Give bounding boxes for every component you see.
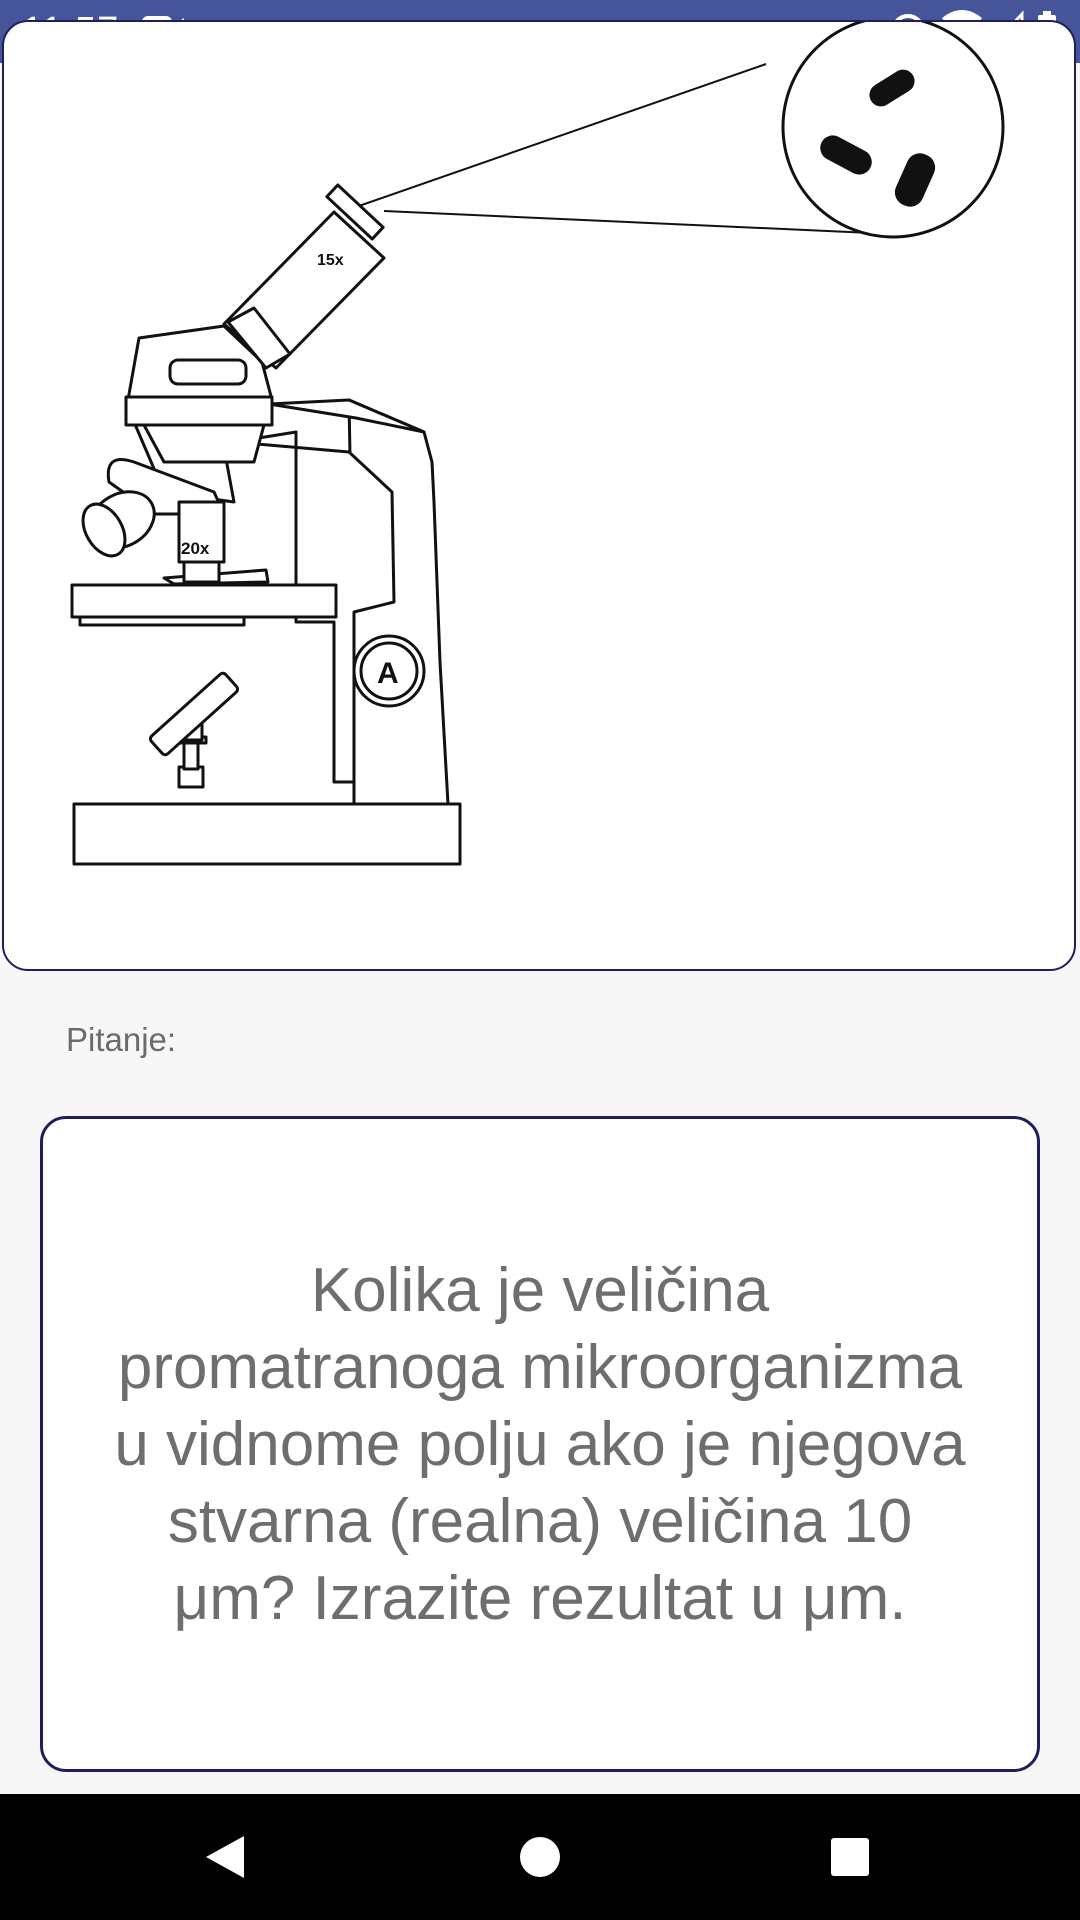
figure-card: 15x 20x A xyxy=(2,20,1076,971)
objective-label: 20x xyxy=(181,539,210,558)
magnified-view-circle xyxy=(781,22,1005,239)
home-circle-icon[interactable] xyxy=(495,1794,585,1920)
recents-square-icon[interactable] xyxy=(805,1794,895,1920)
question-label: Pitanje: xyxy=(66,1021,177,1058)
question-text: Kolika je veličina promatranoga mikroorg… xyxy=(114,1255,966,1633)
eyepiece-label: 15x xyxy=(317,252,344,269)
navigation-bar xyxy=(0,1794,1080,1920)
question-card: Kolika je veličina promatranoga mikroorg… xyxy=(40,1116,1040,1772)
microscope-illustration: 15x 20x A xyxy=(70,22,1005,866)
part-label-a: A xyxy=(377,657,399,690)
back-triangle-icon[interactable] xyxy=(180,1794,270,1920)
